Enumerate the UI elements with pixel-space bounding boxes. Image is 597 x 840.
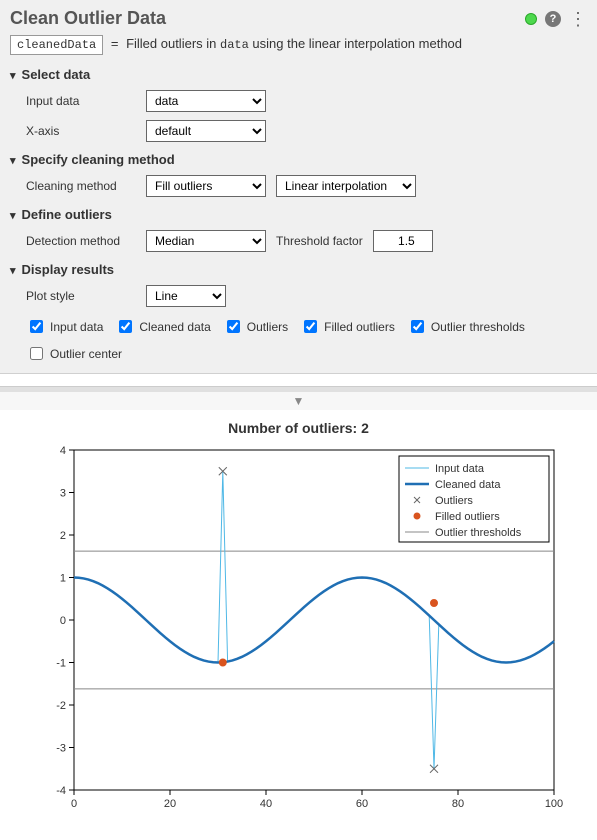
svg-text:-2: -2 [56,700,66,712]
collapse-arrow-icon[interactable]: ▼ [0,392,597,410]
svg-text:0: 0 [59,615,65,627]
xaxis-label: X-axis [26,124,136,138]
threshold-label: Threshold factor [276,234,363,248]
cleaning-mode-select[interactable]: Fill outliers [146,175,266,197]
chart: 0 20 40 60 80 100 -4 -3 -2 -1 0 1 2 3 4 Input data Clean… [29,440,569,820]
plot-style-select[interactable]: Line [146,285,226,307]
svg-text:Cleaned data: Cleaned data [435,479,501,491]
help-icon[interactable]: ? [545,11,561,27]
svg-text:Outlier thresholds: Outlier thresholds [435,527,522,539]
xaxis-select[interactable]: default [146,120,266,142]
detection-method-label: Detection method [26,234,136,248]
svg-text:100: 100 [544,798,562,810]
cb-cleaned-data[interactable]: Cleaned data [115,317,210,336]
section-define-outliers[interactable]: Define outliers [10,207,587,222]
cb-outlier-thresholds[interactable]: Outlier thresholds [407,317,525,336]
svg-text:Filled outliers: Filled outliers [435,511,500,523]
page-title: Clean Outlier Data [10,8,166,29]
svg-text:Outliers: Outliers [435,495,473,507]
cleaning-method-label: Cleaning method [26,179,136,193]
svg-text:60: 60 [355,798,367,810]
cleaning-sub-select[interactable]: Linear interpolation [276,175,416,197]
header-row: Clean Outlier Data ? ⋮ [10,8,587,29]
input-data-select[interactable]: data [146,90,266,112]
svg-text:0: 0 [70,798,76,810]
section-cleaning-method[interactable]: Specify cleaning method [10,152,587,167]
svg-text:20: 20 [163,798,175,810]
plot-style-label: Plot style [26,289,136,303]
svg-text:4: 4 [59,445,65,457]
svg-text:2: 2 [59,530,65,542]
svg-text:80: 80 [451,798,463,810]
cb-filled-outliers[interactable]: Filled outliers [300,317,395,336]
svg-text:40: 40 [259,798,271,810]
cb-outliers[interactable]: Outliers [223,317,288,336]
cb-input-data[interactable]: Input data [26,317,103,336]
svg-text:-3: -3 [56,743,66,755]
output-expression: cleanedData = Filled outliers in data us… [10,35,587,55]
svg-text:-1: -1 [56,658,66,670]
svg-text:Input data: Input data [435,463,485,475]
svg-text:1: 1 [59,573,65,585]
svg-text:-4: -4 [56,785,66,797]
section-select-data[interactable]: Select data [10,67,587,82]
cb-outlier-center[interactable]: Outlier center [26,344,122,363]
kebab-menu-icon[interactable]: ⋮ [569,10,587,28]
status-indicator [525,13,537,25]
svg-text:3: 3 [59,488,65,500]
threshold-input[interactable] [373,230,433,252]
input-data-label: Input data [26,94,136,108]
detection-method-select[interactable]: Median [146,230,266,252]
output-variable: cleanedData [10,35,103,55]
section-display-results[interactable]: Display results [10,262,587,277]
chart-title: Number of outliers: 2 [10,420,587,436]
